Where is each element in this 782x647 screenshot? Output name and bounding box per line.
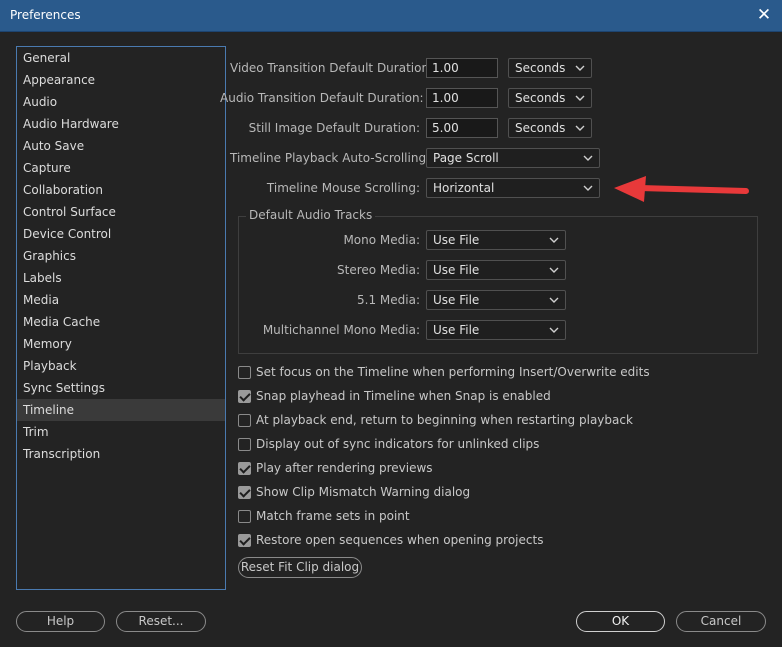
sidebar-item-auto-save[interactable]: Auto Save — [17, 135, 225, 157]
window-title: Preferences — [10, 8, 81, 22]
checkbox-row-match-frame[interactable]: Match frame sets in point — [238, 507, 410, 525]
sidebar-item-general[interactable]: General — [17, 47, 225, 69]
mouse-scrolling-label: Timeline Mouse Scrolling: — [266, 181, 420, 195]
five-one-media-dropdown[interactable]: Use File — [426, 290, 566, 310]
playback-auto-scrolling-value: Page Scroll — [433, 151, 499, 165]
still-image-unit-value: Seconds — [515, 121, 566, 135]
checkbox-row-restore-sequences[interactable]: Restore open sequences when opening proj… — [238, 531, 543, 549]
chevron-down-icon — [549, 327, 559, 333]
sidebar-item-trim[interactable]: Trim — [17, 421, 225, 443]
still-image-unit-dropdown[interactable]: Seconds — [508, 118, 592, 138]
default-audio-tracks-title: Default Audio Tracks — [246, 208, 376, 222]
checkbox-row-playback-end[interactable]: At playback end, return to beginning whe… — [238, 411, 633, 429]
reset-fit-clip-dialog-button[interactable]: Reset Fit Clip dialog — [238, 557, 362, 578]
cancel-button[interactable]: Cancel — [676, 611, 766, 632]
play-after-render-label: Play after rendering previews — [256, 461, 433, 475]
video-transition-unit-value: Seconds — [515, 61, 566, 75]
sidebar-item-capture[interactable]: Capture — [17, 157, 225, 179]
video-transition-unit-dropdown[interactable]: Seconds — [508, 58, 592, 78]
five-one-media-label: 5.1 Media: — [357, 293, 420, 307]
sidebar-item-media[interactable]: Media — [17, 289, 225, 311]
sidebar-item-memory[interactable]: Memory — [17, 333, 225, 355]
playback-auto-scrolling-dropdown[interactable]: Page Scroll — [426, 148, 600, 168]
restore-sequences-label: Restore open sequences when opening proj… — [256, 533, 544, 547]
checkbox-row-out-of-sync[interactable]: Display out of sync indicators for unlin… — [238, 435, 539, 453]
sidebar-item-collaboration[interactable]: Collaboration — [17, 179, 225, 201]
playback-auto-scrolling-label: Timeline Playback Auto-Scrolling: — [230, 151, 431, 165]
preferences-category-list: General Appearance Audio Audio Hardware … — [16, 46, 226, 590]
checkbox-row-clip-mismatch[interactable]: Show Clip Mismatch Warning dialog — [238, 483, 470, 501]
snap-playhead-label: Snap playhead in Timeline when Snap is e… — [256, 389, 551, 403]
five-one-media-value: Use File — [433, 293, 480, 307]
playback-end-label: At playback end, return to beginning whe… — [256, 413, 633, 427]
sidebar-item-audio[interactable]: Audio — [17, 91, 225, 113]
video-transition-duration-input[interactable]: 1.00 — [426, 58, 498, 78]
chevron-down-icon — [549, 237, 559, 243]
still-image-duration-label: Still Image Default Duration: — [248, 121, 420, 135]
mono-media-value: Use File — [433, 233, 480, 247]
set-focus-checkbox[interactable] — [238, 365, 251, 379]
sidebar-item-labels[interactable]: Labels — [17, 267, 225, 289]
mono-media-label: Mono Media: — [343, 233, 420, 247]
restore-sequences-checkbox[interactable] — [238, 533, 251, 547]
video-transition-duration-label: Video Transition Default Duration: — [230, 61, 434, 75]
help-button[interactable]: Help — [16, 611, 105, 632]
chevron-down-icon — [575, 95, 585, 101]
sidebar-item-transcription[interactable]: Transcription — [17, 443, 225, 465]
chevron-down-icon — [549, 267, 559, 273]
close-icon[interactable]: ✕ — [754, 5, 774, 25]
sidebar-item-timeline[interactable]: Timeline — [17, 399, 225, 421]
chevron-down-icon — [583, 185, 593, 191]
sidebar-item-media-cache[interactable]: Media Cache — [17, 311, 225, 333]
audio-transition-duration-label: Audio Transition Default Duration: — [220, 91, 424, 105]
match-frame-checkbox[interactable] — [238, 509, 251, 523]
sidebar-item-appearance[interactable]: Appearance — [17, 69, 225, 91]
mouse-scrolling-dropdown[interactable]: Horizontal — [426, 178, 600, 198]
ok-button[interactable]: OK — [576, 611, 665, 632]
chevron-down-icon — [575, 125, 585, 131]
stereo-media-dropdown[interactable]: Use File — [426, 260, 566, 280]
stereo-media-value: Use File — [433, 263, 480, 277]
sidebar-item-graphics[interactable]: Graphics — [17, 245, 225, 267]
mono-media-dropdown[interactable]: Use File — [426, 230, 566, 250]
set-focus-label: Set focus on the Timeline when performin… — [256, 365, 650, 379]
clip-mismatch-checkbox[interactable] — [238, 485, 251, 499]
sidebar-item-playback[interactable]: Playback — [17, 355, 225, 377]
playback-end-checkbox[interactable] — [238, 413, 251, 427]
snap-playhead-checkbox[interactable] — [238, 389, 251, 403]
checkbox-row-snap-playhead[interactable]: Snap playhead in Timeline when Snap is e… — [238, 387, 551, 405]
audio-transition-duration-input[interactable]: 1.00 — [426, 88, 498, 108]
red-arrow-annotation-icon — [614, 176, 749, 202]
chevron-down-icon — [575, 65, 585, 71]
out-of-sync-label: Display out of sync indicators for unlin… — [256, 437, 540, 451]
sidebar-item-device-control[interactable]: Device Control — [17, 223, 225, 245]
audio-transition-unit-value: Seconds — [515, 91, 566, 105]
title-bar: Preferences ✕ — [0, 0, 782, 32]
multichannel-mono-media-label: Multichannel Mono Media: — [262, 323, 420, 337]
clip-mismatch-label: Show Clip Mismatch Warning dialog — [256, 485, 471, 499]
match-frame-label: Match frame sets in point — [256, 509, 410, 523]
play-after-render-checkbox[interactable] — [238, 461, 251, 475]
reset-button[interactable]: Reset... — [116, 611, 206, 632]
audio-transition-unit-dropdown[interactable]: Seconds — [508, 88, 592, 108]
chevron-down-icon — [583, 155, 593, 161]
multichannel-mono-media-value: Use File — [433, 323, 480, 337]
chevron-down-icon — [549, 297, 559, 303]
out-of-sync-checkbox[interactable] — [238, 437, 251, 451]
stereo-media-label: Stereo Media: — [337, 263, 420, 277]
checkbox-row-set-focus[interactable]: Set focus on the Timeline when performin… — [238, 363, 650, 381]
sidebar-item-control-surface[interactable]: Control Surface — [17, 201, 225, 223]
multichannel-mono-media-dropdown[interactable]: Use File — [426, 320, 566, 340]
sidebar-item-audio-hardware[interactable]: Audio Hardware — [17, 113, 225, 135]
mouse-scrolling-value: Horizontal — [433, 181, 495, 195]
sidebar-item-sync-settings[interactable]: Sync Settings — [17, 377, 225, 399]
still-image-duration-input[interactable]: 5.00 — [426, 118, 498, 138]
checkbox-row-play-after-render[interactable]: Play after rendering previews — [238, 459, 433, 477]
